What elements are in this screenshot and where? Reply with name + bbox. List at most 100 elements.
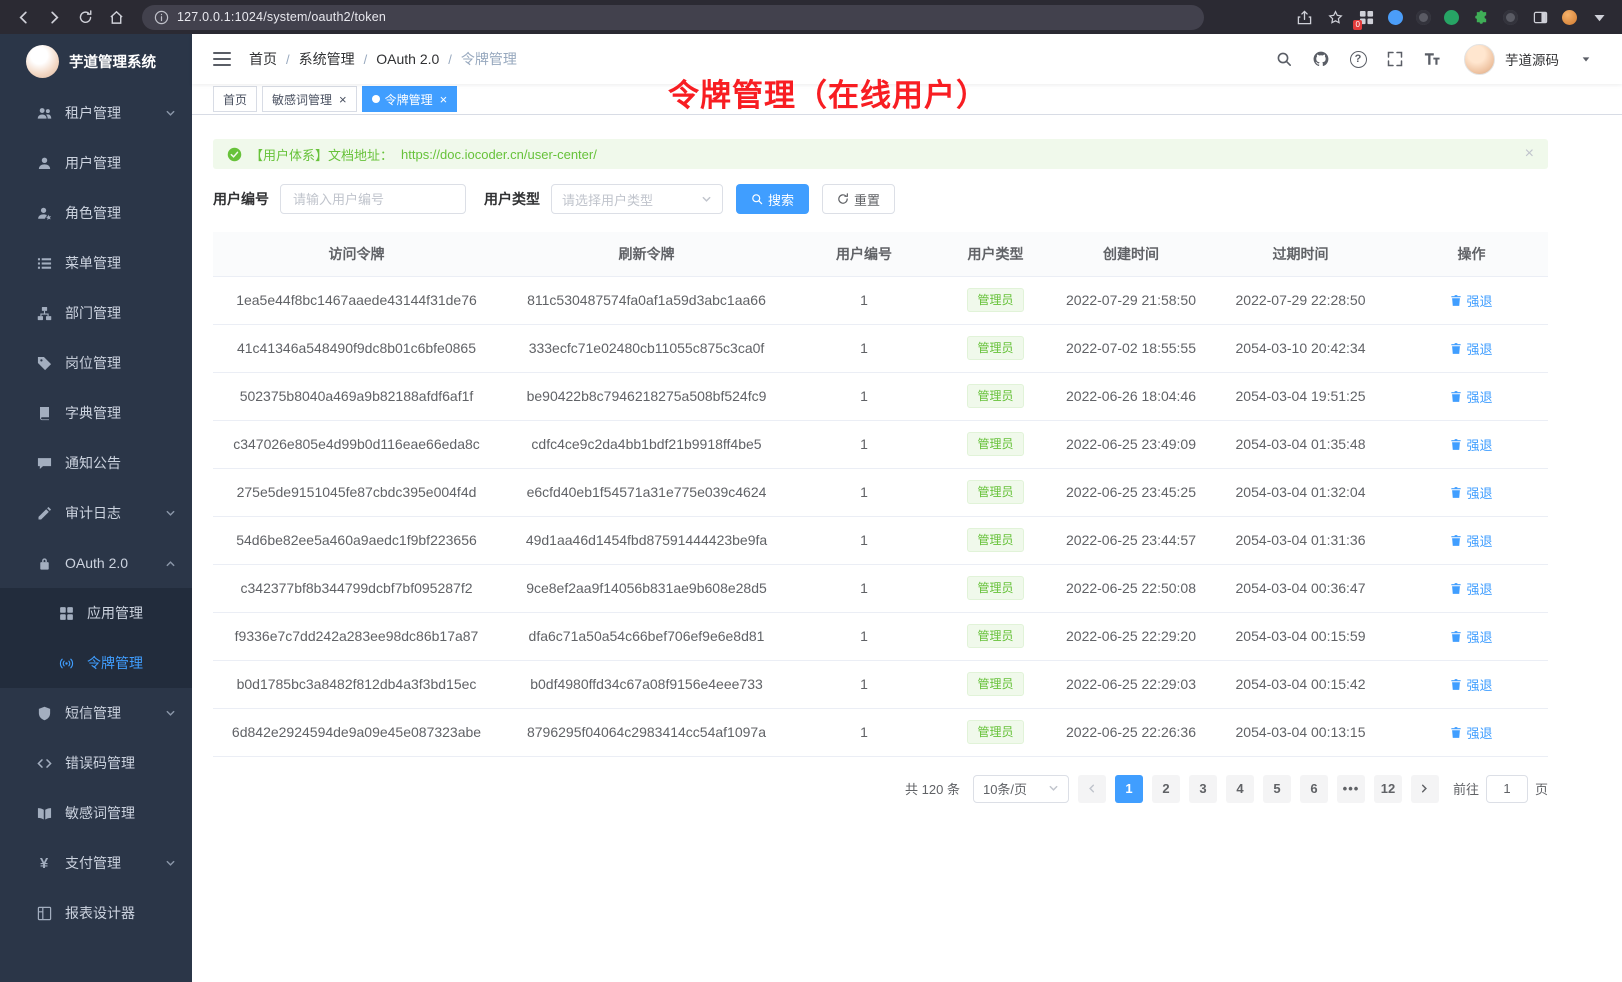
force-logout-button[interactable]: 强退 bbox=[1450, 531, 1492, 550]
extension-dark2-icon[interactable] bbox=[1503, 10, 1518, 25]
sidebar-item[interactable]: 租户管理 bbox=[0, 88, 192, 138]
sidebar-item-label: OAuth 2.0 bbox=[65, 555, 128, 571]
extension-green-icon[interactable] bbox=[1444, 10, 1459, 25]
sidebar-item[interactable]: 短信管理 bbox=[0, 688, 192, 738]
pagination-page[interactable]: 6 bbox=[1300, 775, 1328, 803]
column-header: 过期时间 bbox=[1206, 232, 1395, 276]
tab-close-icon[interactable]: × bbox=[339, 93, 347, 106]
chevron-up-icon bbox=[165, 558, 176, 569]
force-logout-button[interactable]: 强退 bbox=[1450, 579, 1492, 598]
cell-access-token: 6d842e2924594de9a09e45e087323abe bbox=[213, 708, 500, 756]
font-size-icon[interactable] bbox=[1422, 49, 1442, 69]
sidebar-item[interactable]: 错误码管理 bbox=[0, 738, 192, 788]
share-icon[interactable] bbox=[1295, 8, 1313, 26]
sidebar-item[interactable]: 菜单管理 bbox=[0, 238, 192, 288]
tab-groups-icon[interactable]: 0 bbox=[1357, 8, 1375, 26]
sidebar-item[interactable]: 审计日志 bbox=[0, 488, 192, 538]
force-logout-button[interactable]: 强退 bbox=[1450, 339, 1492, 358]
sidebar-item[interactable]: 通知公告 bbox=[0, 438, 192, 488]
pagination-page[interactable]: 3 bbox=[1189, 775, 1217, 803]
force-logout-label: 强退 bbox=[1466, 435, 1492, 454]
browser-menu-caret-icon[interactable] bbox=[1590, 8, 1608, 26]
table-row: c342377bf8b344799dcbf7bf095287f29ce8ef2a… bbox=[213, 564, 1548, 612]
search-button[interactable]: 搜索 bbox=[736, 184, 809, 214]
force-logout-button[interactable]: 强退 bbox=[1450, 435, 1492, 454]
goto-suffix: 页 bbox=[1535, 779, 1548, 798]
pagination-page[interactable]: 5 bbox=[1263, 775, 1291, 803]
sidebar-item[interactable]: 敏感词管理 bbox=[0, 788, 192, 838]
force-logout-button[interactable]: 强退 bbox=[1450, 627, 1492, 646]
cell-expire-time: 2054-03-04 01:31:36 bbox=[1206, 516, 1395, 564]
alert-close-icon[interactable]: × bbox=[1525, 146, 1534, 162]
sidebar-item[interactable]: 应用管理 bbox=[0, 588, 192, 638]
alert-link[interactable]: https://doc.iocoder.cn/user-center/ bbox=[401, 147, 597, 162]
sidebar-item[interactable]: OAuth 2.0 bbox=[0, 538, 192, 588]
sidebar-item[interactable]: 报表设计器 bbox=[0, 888, 192, 938]
cell-refresh-token: 333ecfc71e02480cb11055c875c3ca0f bbox=[500, 324, 793, 372]
github-icon[interactable] bbox=[1311, 49, 1331, 69]
success-check-icon bbox=[227, 147, 242, 162]
docs-help-icon[interactable]: ? bbox=[1348, 49, 1368, 69]
breadcrumb-item[interactable]: 首页 bbox=[249, 49, 277, 69]
app-title: 芋道管理系统 bbox=[69, 51, 156, 72]
force-logout-button[interactable]: 强退 bbox=[1450, 723, 1492, 742]
fullscreen-icon[interactable] bbox=[1385, 49, 1405, 69]
bookmark-star-icon[interactable] bbox=[1326, 8, 1344, 26]
site-info-icon[interactable] bbox=[154, 10, 169, 25]
pagination-prev-button[interactable] bbox=[1078, 775, 1106, 803]
pagination-page[interactable]: 2 bbox=[1152, 775, 1180, 803]
browser-forward-icon[interactable] bbox=[45, 8, 63, 26]
app-logo[interactable]: 芋道管理系统 bbox=[0, 34, 192, 88]
view-tab[interactable]: 敏感词管理× bbox=[262, 86, 357, 112]
cell-create-time: 2022-07-02 18:55:55 bbox=[1056, 324, 1206, 372]
user-name[interactable]: 芋道源码 bbox=[1505, 49, 1559, 69]
user-type-select[interactable]: 请选择用户类型 bbox=[551, 184, 723, 214]
extensions-puzzle-icon[interactable] bbox=[1472, 8, 1490, 26]
breadcrumb-separator: / bbox=[286, 52, 290, 67]
extension-blue-icon[interactable] bbox=[1388, 10, 1403, 25]
sidebar-item[interactable]: 字典管理 bbox=[0, 388, 192, 438]
force-logout-button[interactable]: 强退 bbox=[1450, 387, 1492, 406]
pagination-page[interactable]: 4 bbox=[1226, 775, 1254, 803]
breadcrumb-item[interactable]: OAuth 2.0 bbox=[376, 51, 439, 67]
breadcrumb-item[interactable]: 系统管理 bbox=[299, 49, 355, 69]
force-logout-label: 强退 bbox=[1466, 675, 1492, 694]
user-avatar[interactable] bbox=[1464, 44, 1495, 75]
goto-page-input[interactable] bbox=[1486, 775, 1528, 803]
browser-back-icon[interactable] bbox=[14, 8, 32, 26]
cell-create-time: 2022-06-25 22:26:36 bbox=[1056, 708, 1206, 756]
force-logout-button[interactable]: 强退 bbox=[1450, 483, 1492, 502]
sidebar-toggle-icon[interactable] bbox=[1531, 8, 1549, 26]
user-menu-caret-icon[interactable] bbox=[1576, 49, 1596, 69]
chevron-down-icon bbox=[165, 108, 176, 119]
view-tab[interactable]: 令牌管理× bbox=[362, 86, 458, 112]
sidebar-item[interactable]: 角色管理 bbox=[0, 188, 192, 238]
browser-profile-avatar[interactable] bbox=[1562, 10, 1577, 25]
url-bar[interactable]: 127.0.0.1:1024/system/oauth2/token bbox=[142, 5, 1204, 30]
tab-label: 首页 bbox=[223, 91, 247, 108]
cell-user-id: 1 bbox=[793, 372, 935, 420]
extension-dark-icon[interactable] bbox=[1416, 10, 1431, 25]
pagination-page[interactable]: 1 bbox=[1115, 775, 1143, 803]
sidebar-item[interactable]: 令牌管理 bbox=[0, 638, 192, 688]
browser-reload-icon[interactable] bbox=[76, 8, 94, 26]
browser-home-icon[interactable] bbox=[107, 8, 125, 26]
pagination-more[interactable]: ••• bbox=[1337, 775, 1365, 803]
cell-refresh-token: b0df4980ffd34c67a08f9156e4eee733 bbox=[500, 660, 793, 708]
view-tab[interactable]: 首页 bbox=[213, 86, 257, 112]
sidebar-item[interactable]: ¥支付管理 bbox=[0, 838, 192, 888]
sidebar-collapse-icon[interactable] bbox=[213, 51, 231, 67]
tab-badge: 0 bbox=[1353, 20, 1362, 30]
pagination-next-button[interactable] bbox=[1411, 775, 1439, 803]
search-icon[interactable] bbox=[1274, 49, 1294, 69]
force-logout-button[interactable]: 强退 bbox=[1450, 291, 1492, 310]
reset-button[interactable]: 重置 bbox=[822, 184, 895, 214]
sidebar-item[interactable]: 部门管理 bbox=[0, 288, 192, 338]
tab-close-icon[interactable]: × bbox=[440, 93, 448, 106]
sidebar-item[interactable]: 用户管理 bbox=[0, 138, 192, 188]
user-id-input[interactable] bbox=[280, 184, 466, 214]
pagination-page[interactable]: 12 bbox=[1374, 775, 1402, 803]
page-size-select[interactable]: 10条/页 bbox=[973, 775, 1069, 803]
force-logout-button[interactable]: 强退 bbox=[1450, 675, 1492, 694]
sidebar-item[interactable]: 岗位管理 bbox=[0, 338, 192, 388]
